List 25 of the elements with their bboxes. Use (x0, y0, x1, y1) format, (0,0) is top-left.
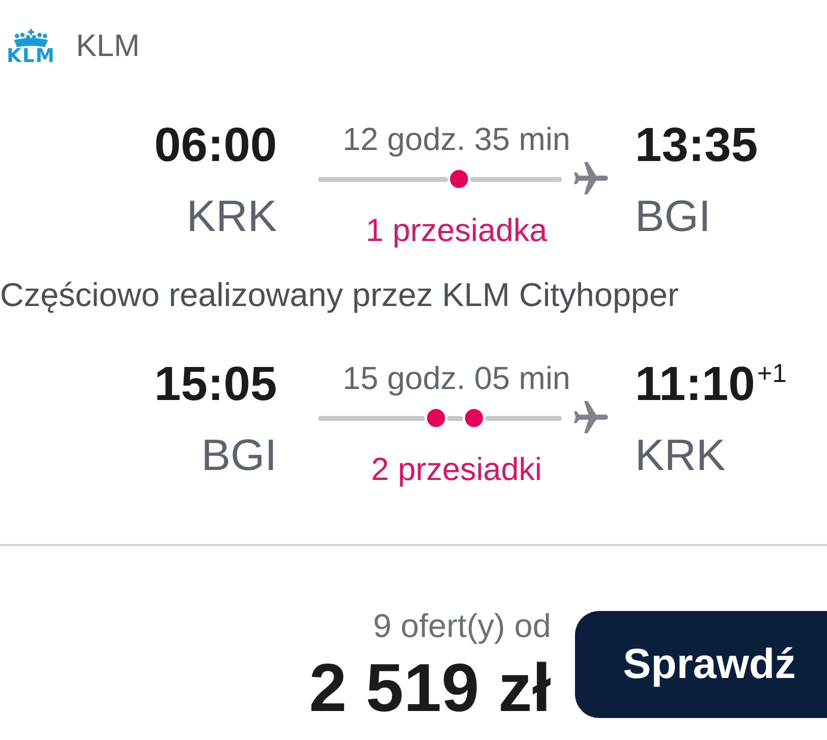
departure-time: 15:05 (154, 360, 277, 410)
route-line-segment (447, 416, 464, 420)
flight-duration: 12 godz. 35 min (342, 121, 572, 157)
operator-note: Częściowo realizowany przez KLM Cityhopper (0, 275, 680, 315)
day-offset: +1 (757, 360, 787, 386)
airplane-icon (574, 162, 608, 196)
stop-dot-icon (427, 409, 446, 427)
arrival-airport: BGI (635, 192, 711, 242)
departure-time: 06:00 (154, 121, 277, 171)
stops-label: 2 przesiadki (370, 451, 543, 487)
flight-duration: 15 godz. 05 min (342, 360, 572, 396)
airplane-icon (574, 401, 608, 435)
stop-dot-icon (465, 409, 484, 427)
departure-airport: KRK (186, 192, 277, 242)
stop-dot-icon (450, 170, 468, 188)
offer-count: 9 ofert(y) od (373, 608, 551, 644)
airline-name: KLM (76, 28, 140, 64)
price: 2 519 zł (309, 656, 551, 720)
arrival-time: 13:35 (635, 121, 758, 171)
arrival-airport: KRK (635, 431, 726, 481)
arrival-time: 11:10 (635, 360, 756, 410)
check-button[interactable]: Sprawdź (575, 610, 827, 718)
departure-airport: BGI (201, 431, 277, 481)
logo-wordmark: KLM (6, 48, 56, 64)
stops-label: 1 przesiadka (364, 212, 548, 248)
